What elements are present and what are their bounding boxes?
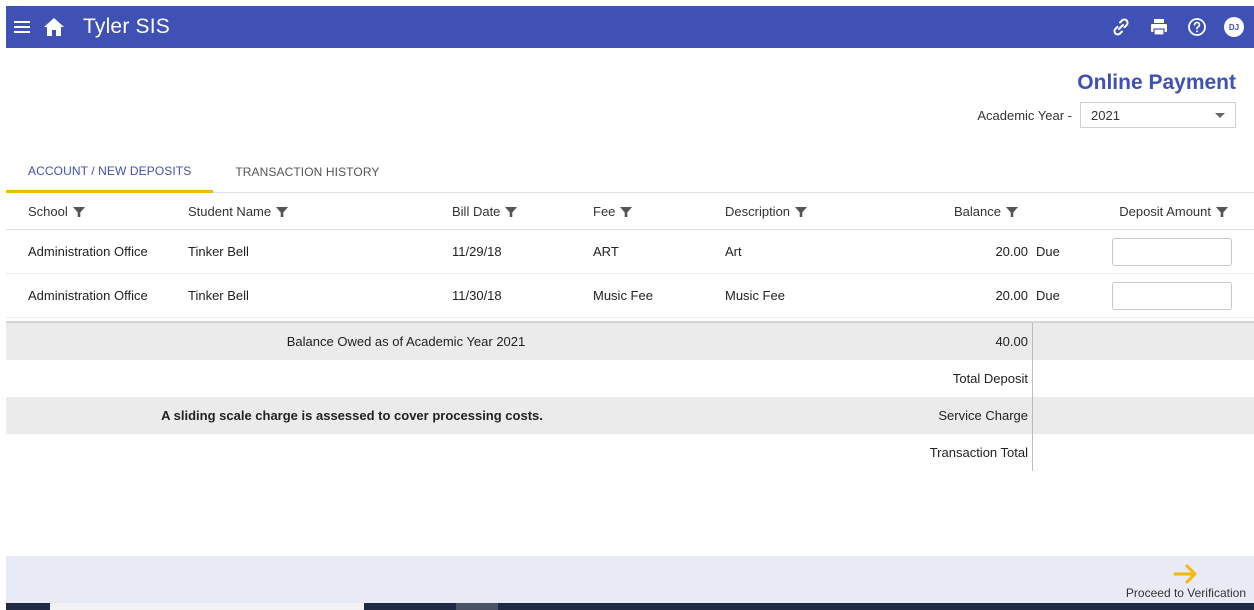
deposit-amount-input[interactable]	[1112, 237, 1232, 266]
link-icon[interactable]	[1110, 16, 1132, 38]
filter-icon[interactable]	[795, 206, 808, 218]
cell-bill-date: 11/29/18	[452, 244, 502, 259]
cell-status: Due	[1036, 288, 1060, 303]
balance-owed-label: Balance Owed as of Academic Year 2021	[286, 334, 526, 349]
cell-deposit-amount	[1112, 281, 1232, 310]
deposit-amount-input[interactable]	[1112, 281, 1232, 310]
cell-school: Administration Office	[28, 288, 148, 303]
tab-bar: ACCOUNT / NEW DEPOSITS TRANSACTION HISTO…	[6, 152, 1254, 193]
table-header-row: School Student Name Bill Date Fee Descri…	[6, 194, 1254, 230]
summary-section: Balance Owed as of Academic Year 2021 40…	[6, 321, 1254, 471]
toolbar-icons: DJ	[1110, 6, 1244, 48]
cell-school: Administration Office	[28, 244, 148, 259]
filter-icon[interactable]	[72, 206, 85, 218]
table-row: Administration Office Tinker Bell 11/30/…	[6, 274, 1254, 318]
academic-year-row: Academic Year - 2021	[977, 102, 1236, 128]
service-charge-label: Service Charge	[938, 408, 1028, 423]
cell-status: Due	[1036, 244, 1060, 259]
cell-student-name: Tinker Bell	[188, 244, 249, 259]
transaction-total-label: Transaction Total	[929, 445, 1028, 460]
footer-bar: Proceed to Verification	[6, 556, 1254, 610]
column-header-deposit-amount[interactable]: Deposit Amount	[1119, 204, 1228, 219]
taskbar-item[interactable]	[456, 603, 498, 610]
filter-icon[interactable]	[1216, 206, 1228, 218]
deposits-table: School Student Name Bill Date Fee Descri…	[6, 194, 1254, 318]
help-icon[interactable]	[1186, 16, 1208, 38]
page-title: Online Payment	[1077, 71, 1236, 94]
column-header-fee[interactable]: Fee	[593, 204, 633, 219]
academic-year-select[interactable]: 2021	[1080, 102, 1236, 128]
transaction-total-row: Transaction Total	[6, 434, 1254, 471]
home-icon[interactable]	[42, 15, 66, 39]
service-charge-notice: A sliding scale charge is assessed to co…	[161, 408, 543, 423]
summary-divider	[1032, 434, 1033, 471]
table-row: Administration Office Tinker Bell 11/29/…	[6, 230, 1254, 274]
cell-fee: Music Fee	[593, 288, 653, 303]
filter-icon[interactable]	[620, 206, 633, 218]
top-bar: Tyler SIS DJ	[6, 6, 1254, 48]
filter-icon[interactable]	[505, 206, 518, 218]
cell-description: Art	[725, 244, 742, 259]
column-header-student-name[interactable]: Student Name	[188, 204, 289, 219]
cell-balance: 20.00	[995, 244, 1028, 259]
balance-owed-value: 40.00	[995, 334, 1028, 349]
cell-bill-date: 11/30/18	[452, 288, 502, 303]
taskbar-search[interactable]	[50, 603, 364, 610]
balance-owed-row: Balance Owed as of Academic Year 2021 40…	[6, 323, 1254, 360]
summary-divider	[1032, 360, 1033, 397]
tab-account-new-deposits[interactable]: ACCOUNT / NEW DEPOSITS	[6, 152, 214, 193]
taskbar	[6, 603, 1254, 610]
print-icon[interactable]	[1148, 16, 1170, 38]
chevron-down-icon	[1215, 112, 1225, 118]
service-charge-row: A sliding scale charge is assessed to co…	[6, 397, 1254, 434]
cell-description: Music Fee	[725, 288, 785, 303]
cell-deposit-amount	[1112, 237, 1232, 266]
tab-transaction-history[interactable]: TRANSACTION HISTORY	[213, 152, 401, 192]
column-header-description[interactable]: Description	[725, 204, 808, 219]
arrow-right-icon	[1173, 564, 1197, 584]
cell-fee: ART	[593, 244, 619, 259]
proceed-to-verification-button[interactable]: Proceed to Verification	[1126, 564, 1246, 600]
academic-year-label: Academic Year -	[977, 107, 1072, 123]
cell-balance: 20.00	[995, 288, 1028, 303]
academic-year-value: 2021	[1091, 107, 1120, 123]
column-header-school[interactable]: School	[28, 204, 85, 219]
app-title: Tyler SIS	[83, 15, 170, 38]
proceed-label: Proceed to Verification	[1125, 586, 1246, 600]
summary-divider	[1032, 397, 1033, 434]
summary-divider	[1032, 323, 1033, 360]
filter-icon[interactable]	[1006, 206, 1018, 218]
filter-icon[interactable]	[276, 206, 289, 218]
total-deposit-label: Total Deposit	[952, 371, 1028, 386]
avatar[interactable]: DJ	[1224, 17, 1244, 37]
column-header-balance[interactable]: Balance	[954, 204, 1018, 219]
cell-student-name: Tinker Bell	[188, 288, 249, 303]
total-deposit-row: Total Deposit	[6, 360, 1254, 397]
menu-icon[interactable]	[12, 17, 32, 37]
column-header-bill-date[interactable]: Bill Date	[452, 204, 518, 219]
